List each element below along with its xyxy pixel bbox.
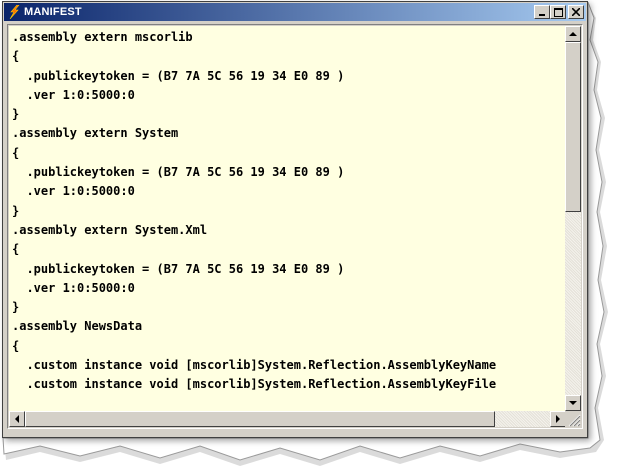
horizontal-scrollbar[interactable] [9,411,566,427]
code-line: .publickeytoken = (B7 7A 5C 56 19 34 E0 … [12,261,345,276]
minimize-button[interactable] [534,5,550,19]
code-line: { [12,338,20,353]
code-line: } [12,203,20,218]
code-line: .assembly NewsData [12,319,143,334]
code-line: .assembly extern mscorlib [12,30,193,44]
window-controls [534,5,584,19]
scroll-left-button[interactable] [9,411,25,427]
code-line: .publickeytoken = (B7 7A 5C 56 19 34 E0 … [12,165,345,180]
manifest-viewer: .assembly extern mscorlib { .publickeyto… [7,24,583,429]
lightning-icon [7,5,21,19]
code-line: { [12,145,20,160]
code-line: .assembly extern System [12,126,179,141]
arrow-up-icon [569,31,577,36]
size-grip[interactable] [565,411,581,427]
manifest-window: MANIFEST .assembly extern mscorlib { .pu… [2,1,588,438]
code-line: .ver 1:0:5000:0 [12,87,135,102]
resize-grip-icon [568,414,581,427]
arrow-right-icon [555,415,560,423]
manifest-text-area[interactable]: .assembly extern mscorlib { .publickeyto… [9,26,566,411]
code-line: .assembly extern System.Xml [12,222,208,237]
scroll-up-button[interactable] [565,26,581,42]
code-line: .ver 1:0:5000:0 [12,184,135,199]
vertical-scrollbar[interactable] [565,26,581,411]
window-title: MANIFEST [24,6,82,18]
title-bar[interactable]: MANIFEST [4,3,586,21]
scroll-down-button[interactable] [565,395,581,411]
maximize-icon [553,7,563,17]
code-line: .custom instance void [mscorlib]System.R… [12,377,497,392]
code-line: .custom instance void [mscorlib]System.R… [12,358,497,373]
arrow-down-icon [569,400,577,405]
code-line: .publickeytoken = (B7 7A 5C 56 19 34 E0 … [12,68,345,83]
minimize-icon [539,14,545,16]
horizontal-scroll-thumb[interactable] [25,411,495,427]
code-line: } [12,300,20,315]
close-icon [572,8,580,16]
code-line: .ver 1:0:5000:0 [12,280,135,295]
code-line: { [12,242,20,257]
vertical-scroll-thumb[interactable] [565,42,581,212]
code-line: } [12,107,20,122]
manifest-code: .assembly extern mscorlib { .publickeyto… [9,26,566,395]
scroll-right-button[interactable] [550,411,566,427]
maximize-button[interactable] [550,5,566,19]
arrow-left-icon [14,415,19,423]
close-button[interactable] [568,5,584,19]
code-line: { [12,49,20,64]
